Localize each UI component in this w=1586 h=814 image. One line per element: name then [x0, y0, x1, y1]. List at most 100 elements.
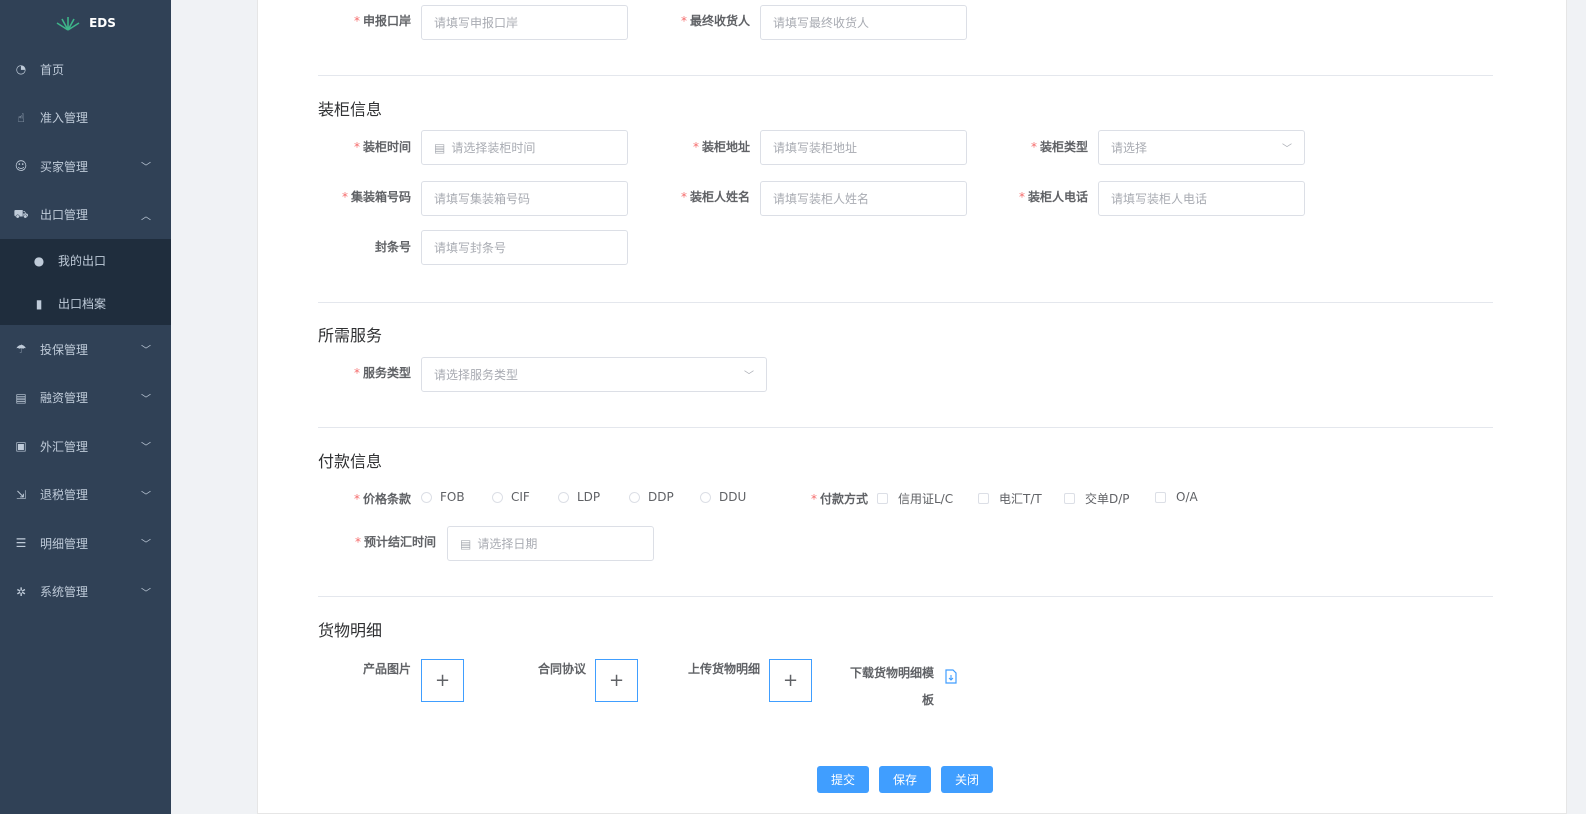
- gear-icon: ✲: [15, 584, 27, 599]
- chevron-down-icon: ﹀: [141, 491, 151, 503]
- nav-insurance[interactable]: ☂ 投保管理 ﹀: [0, 325, 171, 374]
- chevron-down-icon: ﹀: [744, 371, 754, 382]
- checkbox-square: [978, 493, 989, 504]
- container-type-select[interactable]: 请选择 ﹀: [1098, 130, 1305, 165]
- nav-finance[interactable]: ▤ 融资管理 ﹀: [0, 374, 171, 423]
- radio-circle: [492, 491, 503, 503]
- nav-label: 外汇管理: [40, 439, 89, 454]
- radio-ldp[interactable]: LDP: [558, 490, 600, 504]
- service-type-select[interactable]: 请选择服务类型 ﹀: [421, 357, 767, 392]
- goods-detail-upload[interactable]: +: [769, 659, 812, 702]
- nav-home[interactable]: ◔ 首页: [0, 45, 171, 94]
- logo-text: EDS: [89, 15, 116, 30]
- globe-icon: ●: [33, 253, 45, 268]
- upload-goods-label: 上传货物明细: [687, 662, 760, 676]
- port-input[interactable]: 请填写申报口岸: [421, 5, 628, 40]
- nav-forex[interactable]: ▣ 外汇管理 ﹀: [0, 422, 171, 471]
- price-terms-label: * 价格条款: [353, 492, 411, 506]
- seal-label: 封条号: [374, 240, 411, 254]
- umbrella-icon: ☂: [15, 342, 27, 357]
- file-icon: ▮: [35, 296, 43, 311]
- nav-label: 买家管理: [40, 159, 89, 174]
- checkbox-tt[interactable]: 电汇T/T: [978, 490, 1042, 507]
- checkbox-square: [1064, 493, 1075, 504]
- box-number-label: * 集装箱号码: [341, 190, 411, 204]
- container-time-label: * 装柜时间: [353, 140, 411, 154]
- refund-icon: ⇲: [15, 487, 27, 502]
- container-address-input[interactable]: 请填写装柜地址: [760, 130, 967, 165]
- save-button[interactable]: 保存: [879, 766, 931, 793]
- nav-label: 首页: [40, 62, 65, 77]
- radio-ddp[interactable]: DDP: [629, 490, 674, 504]
- service-type-label: * 服务类型: [353, 366, 411, 380]
- nav-label: 系统管理: [40, 585, 89, 600]
- checkbox-oa[interactable]: O/A: [1155, 490, 1198, 504]
- loader-phone-label: * 装柜人电话: [1018, 190, 1088, 204]
- container-address-label: * 装柜地址: [692, 140, 750, 154]
- checkbox-dp[interactable]: 交单D/P: [1064, 490, 1130, 507]
- sidebar-item-my-export[interactable]: ● 我的出口: [0, 239, 171, 282]
- document-download-icon[interactable]: [944, 669, 958, 688]
- submit-button[interactable]: 提交: [817, 766, 869, 793]
- app-logo[interactable]: EDS: [0, 0, 171, 45]
- sub-label: 我的出口: [58, 254, 107, 268]
- hand-icon: ☝: [17, 110, 25, 125]
- radio-ddu[interactable]: DDU: [700, 490, 746, 504]
- seal-input[interactable]: 请填写封条号: [421, 230, 628, 265]
- contract-upload[interactable]: +: [595, 659, 638, 702]
- radio-cif[interactable]: CIF: [492, 490, 530, 504]
- nav-buyer[interactable]: ☺ 买家管理 ﹀: [0, 142, 171, 191]
- consignee-input[interactable]: 请填写最终收货人: [760, 5, 967, 40]
- settle-date-picker[interactable]: ▤ 请选择日期: [447, 526, 654, 561]
- nav-export[interactable]: ⛟ 出口管理 ︿: [0, 191, 171, 240]
- logo-icon: [56, 16, 80, 31]
- radio-circle: [558, 491, 569, 503]
- nav-label: 融资管理: [40, 391, 89, 406]
- checkbox-square: [1155, 491, 1166, 503]
- user-icon: ☺: [14, 159, 28, 174]
- chevron-down-icon: ﹀: [141, 394, 151, 406]
- product-image-upload[interactable]: +: [421, 659, 464, 702]
- box-number-input[interactable]: 请填写集装箱号码: [421, 181, 628, 216]
- nav-detail[interactable]: ☰ 明细管理 ﹀: [0, 519, 171, 568]
- list-icon: ☰: [15, 536, 27, 551]
- loader-phone-input[interactable]: 请填写装柜人电话: [1098, 181, 1305, 216]
- divider: [318, 427, 1493, 428]
- chevron-down-icon: ﹀: [141, 442, 151, 454]
- nav-system[interactable]: ✲ 系统管理 ﹀: [0, 568, 171, 617]
- contract-label: 合同协议: [537, 662, 586, 676]
- section-title-goods: 货物明细: [318, 621, 383, 640]
- nav-label: 明细管理: [40, 536, 89, 551]
- section-title-payment: 付款信息: [318, 452, 383, 471]
- exchange-icon: ▣: [15, 439, 27, 454]
- chevron-down-icon: ﹀: [141, 162, 151, 174]
- close-button[interactable]: 关闭: [941, 766, 993, 793]
- loader-name-input[interactable]: 请填写装柜人姓名: [760, 181, 967, 216]
- container-type-label: * 装柜类型: [1030, 140, 1088, 154]
- sub-label: 出口档案: [58, 297, 107, 311]
- plus-icon: +: [608, 670, 625, 691]
- loader-name-label: * 装柜人姓名: [680, 190, 750, 204]
- plus-icon: +: [782, 670, 799, 691]
- nav-label: 出口管理: [40, 208, 89, 223]
- cart-icon: ⛟: [13, 206, 29, 221]
- section-title-container: 装柜信息: [318, 100, 383, 119]
- nav-label: 投保管理: [40, 342, 89, 357]
- chevron-down-icon: ﹀: [141, 345, 151, 357]
- divider: [318, 302, 1493, 303]
- export-submenu: ● 我的出口 ▮ 出口档案: [0, 239, 171, 325]
- calendar-icon: ▤: [434, 140, 446, 155]
- form-card: * 申报口岸 请填写申报口岸 * 最终收货人 请填写最终收货人 装柜信息 * 装柜时间…: [257, 0, 1567, 814]
- sidebar-item-export-archive[interactable]: ▮ 出口档案: [0, 282, 171, 325]
- chevron-down-icon: ﹀: [1282, 144, 1292, 155]
- radio-circle: [421, 491, 432, 503]
- port-label: * 申报口岸: [353, 14, 411, 28]
- checkbox-lc[interactable]: 信用证L/C: [877, 490, 953, 507]
- nav-access[interactable]: ☝ 准入管理: [0, 94, 171, 143]
- radio-circle: [700, 491, 711, 503]
- nav-refund[interactable]: ⇲ 退税管理 ﹀: [0, 471, 171, 520]
- nav-label: 准入管理: [40, 111, 89, 126]
- sidebar: EDS ◔ 首页 ☝ 准入管理 ☺ 买家管理 ﹀ ⛟ 出口管理 ︿ ● 我的出口…: [0, 0, 171, 814]
- radio-fob[interactable]: FOB: [421, 490, 465, 504]
- container-time-picker[interactable]: ▤ 请选择装柜时间: [421, 130, 628, 165]
